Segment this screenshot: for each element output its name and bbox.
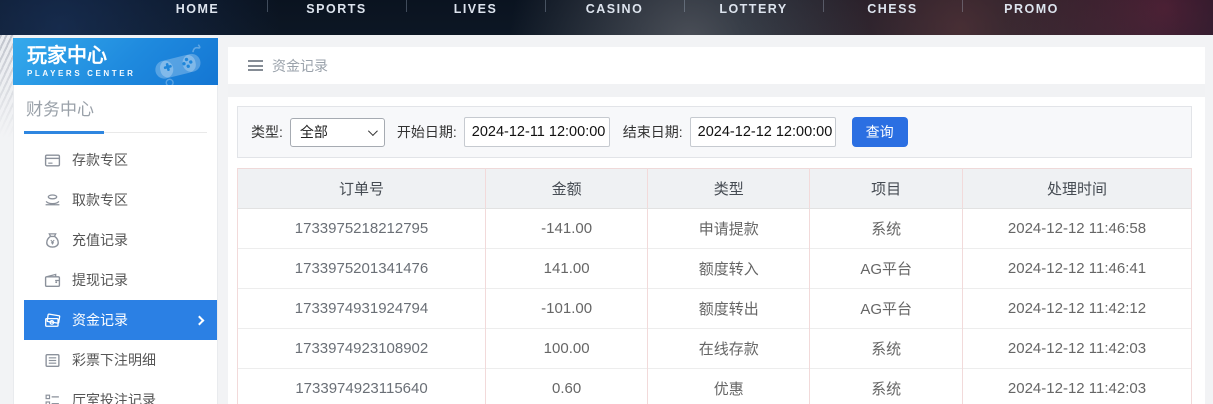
sidebar-menu: 存款专区 取款专区 充值记录 提现记录 资金记录 彩票下注明细 厅室投注记录 (24, 140, 217, 404)
nav-item-sports[interactable]: SPORTS (267, 0, 406, 35)
divider (228, 84, 1205, 97)
top-nav-list: HOME SPORTS LIVES CASINO LOTTERY CHESS P… (128, 0, 1213, 35)
end-date-label: 结束日期: (622, 124, 683, 140)
column-header: 项目 (809, 168, 963, 209)
table-cell: 申请提款 (647, 208, 811, 249)
page-title: 资金记录 (272, 57, 328, 74)
top-nav: HOME SPORTS LIVES CASINO LOTTERY CHESS P… (0, 0, 1213, 35)
sidebar-item-label: 资金记录 (72, 312, 128, 328)
table-header-row: 订单号 金额 类型 项目 处理时间 (236, 168, 1192, 209)
table-row: 1733974923108902 100.00 在线存款 系统 2024-12-12 1… (236, 328, 1192, 369)
start-date-input[interactable]: 2024-12-11 12:00:00 (463, 117, 610, 147)
nav-item-home[interactable]: HOME (128, 0, 267, 35)
sidebar-item-label: 厅室投注记录 (72, 392, 156, 404)
sidebar-body: 财务中心 存款专区 取款专区 充值记录 提现记录 资金记录 彩票下注明细 厅室投… (13, 85, 218, 404)
column-header: 金额 (485, 168, 649, 209)
sidebar-item-label: 取款专区 (72, 192, 128, 208)
table-cell: 系统 (809, 328, 963, 369)
table-cell: 1733974923115640 (236, 368, 487, 404)
sidebar-item[interactable]: 充值记录 (24, 220, 217, 260)
column-header: 类型 (647, 168, 811, 209)
column-header: 订单号 (236, 168, 487, 209)
sidebar-item[interactable]: 彩票下注明细 (24, 340, 217, 380)
background-stripes (0, 35, 14, 147)
funds-table: 订单号 金额 类型 项目 处理时间 1733975218212795 -141.00 申请提… (236, 168, 1192, 404)
finance-center-section-title: 财务中心 (24, 85, 207, 134)
table-cell: 额度转出 (647, 288, 811, 329)
table-cell: 100.00 (485, 328, 649, 369)
table-row: 1733974931924794 -101.00 额度转出 AG平台 2024-12-1… (236, 288, 1192, 329)
funds-banknotes-icon (44, 312, 61, 329)
table-cell: 系统 (809, 368, 963, 404)
sidebar-item[interactable]: 存款专区 (24, 140, 217, 180)
table-cell: 额度转入 (647, 248, 811, 289)
withdrawal-wallet-icon (44, 272, 61, 289)
table-row: 1733975201341476 141.00 额度转入 AG平台 2024-12-12… (236, 248, 1192, 289)
nav-item-label: SPORTS (306, 2, 367, 16)
table-row: 1733974923115640 0.60 优惠 系统 2024-12-12 11:42… (236, 368, 1192, 404)
sidebar-item-label: 提现记录 (72, 272, 128, 288)
sidebar-item-label: 充值记录 (72, 232, 128, 248)
start-date-label: 开始日期: (396, 124, 457, 140)
table-cell: 1733974923108902 (236, 328, 487, 369)
breadcrumb: 资金记录 (228, 47, 1205, 84)
table-cell: 在线存款 (647, 328, 811, 369)
nav-item-label: PROMO (1004, 2, 1059, 16)
chevron-down-icon (367, 125, 378, 136)
table-cell: 2024-12-12 11:42:03 (962, 328, 1192, 369)
sidebar-header: 玩家中心 PLAYERS CENTER (13, 38, 218, 85)
table-cell: AG平台 (809, 288, 963, 329)
column-header: 处理时间 (962, 168, 1192, 209)
type-select-value: 全部 (299, 124, 328, 140)
nav-item-label: LIVES (453, 2, 498, 16)
recharge-moneybag-icon (44, 232, 61, 249)
table-cell: -101.00 (485, 288, 649, 329)
chevron-right-icon (194, 315, 205, 325)
table-cell: 2024-12-12 11:42:03 (962, 368, 1192, 404)
table-cell: 1733975201341476 (236, 248, 487, 289)
table-cell: 2024-12-12 11:46:58 (962, 208, 1192, 249)
table-cell: 1733974931924794 (236, 288, 487, 329)
table-cell: 141.00 (485, 248, 649, 289)
nav-item-label: HOME (175, 2, 220, 16)
hall-bet-list-icon (44, 392, 61, 404)
funds-table-wrap: 订单号 金额 类型 项目 处理时间 1733975218212795 -141.00 申请提… (236, 168, 1192, 404)
nav-item-casino[interactable]: CASINO (545, 0, 684, 35)
nav-item-label: CASINO (585, 2, 644, 16)
sidebar-item[interactable]: 资金记录 (24, 300, 217, 340)
table-cell: 0.60 (485, 368, 649, 404)
end-date-input[interactable]: 2024-12-12 12:00:00 (689, 117, 836, 147)
nav-item-lives[interactable]: LIVES (406, 0, 545, 35)
sidebar-item-label: 存款专区 (72, 152, 128, 168)
sidebar-item[interactable]: 提现记录 (24, 260, 217, 300)
table-cell: 优惠 (647, 368, 811, 404)
sidebar-item[interactable]: 厅室投注记录 (24, 380, 217, 404)
nav-item-label: CHESS (867, 2, 918, 16)
nav-item-promo[interactable]: PROMO (962, 0, 1101, 35)
sidebar-item-label: 彩票下注明细 (72, 352, 156, 368)
table-body: 1733975218212795 -141.00 申请提款 系统 2024-12-12 … (236, 208, 1192, 404)
main-panel: 资金记录 类型: 全部 开始日期: 2024-12-11 12:00:00 结束… (228, 47, 1205, 404)
filter-bar: 类型: 全部 开始日期: 2024-12-11 12:00:00 结束日期: 2… (237, 106, 1192, 158)
table-row: 1733975218212795 -141.00 申请提款 系统 2024-12-12 … (236, 208, 1192, 249)
table-cell: -141.00 (485, 208, 649, 249)
sidebar: 玩家中心 PLAYERS CENTER 财务中心 存款专区 取款专区 充值记录 … (13, 38, 218, 404)
nav-item-lottery[interactable]: LOTTERY (684, 0, 823, 35)
table-cell: 2024-12-12 11:46:41 (962, 248, 1192, 289)
deposit-card-icon (44, 152, 61, 169)
type-label: 类型: (251, 124, 283, 140)
type-select[interactable]: 全部 (289, 117, 385, 147)
lottery-list-icon (44, 352, 61, 369)
table-cell: 2024-12-12 11:42:12 (962, 288, 1192, 329)
nav-item-label: LOTTERY (719, 2, 788, 16)
table-cell: 系统 (809, 208, 963, 249)
menu-toggle-icon[interactable] (248, 60, 263, 71)
withdraw-hand-icon (44, 192, 61, 209)
search-button[interactable]: 查询 (851, 117, 908, 147)
nav-item-chess[interactable]: CHESS (823, 0, 962, 35)
table-cell: AG平台 (809, 248, 963, 289)
sidebar-item[interactable]: 取款专区 (24, 180, 217, 220)
table-cell: 1733975218212795 (236, 208, 487, 249)
